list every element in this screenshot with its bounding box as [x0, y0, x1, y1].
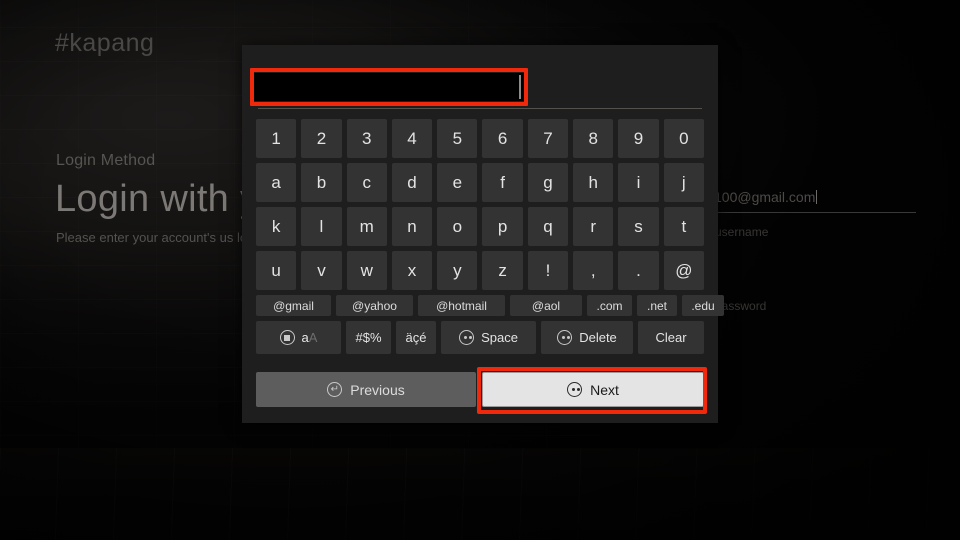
- key-l[interactable]: l: [301, 207, 342, 246]
- keyboard-row-letters-2: k l m n o p q r s t: [256, 207, 704, 246]
- key-a[interactable]: a: [256, 163, 297, 202]
- username-field-value-wrap[interactable]: 100@gmail.com: [714, 189, 916, 207]
- key-symbols[interactable]: #$%: [346, 321, 391, 354]
- keyboard-row-functions: aA #$% äçé Space Delete Clear: [256, 321, 704, 354]
- key-s[interactable]: s: [618, 207, 659, 246]
- key-c[interactable]: c: [346, 163, 387, 202]
- key-2[interactable]: 2: [301, 119, 342, 158]
- key-period[interactable]: .: [618, 251, 659, 290]
- stop-circle-icon: [279, 330, 295, 345]
- input-caret: [519, 75, 521, 99]
- page-title: Login with y: [55, 178, 260, 220]
- next-button-label: Next: [590, 381, 619, 398]
- key-x[interactable]: x: [391, 251, 433, 290]
- key-k[interactable]: k: [256, 207, 297, 246]
- key-domain-com[interactable]: .com: [587, 295, 632, 316]
- onscreen-keyboard-dialog: 1 2 3 4 5 6 7 8 9 0 a b c d e f g h i j …: [242, 45, 724, 423]
- key-accents[interactable]: äçé: [396, 321, 436, 354]
- key-0[interactable]: 0: [663, 119, 704, 158]
- key-exclamation[interactable]: !: [527, 251, 569, 290]
- key-w[interactable]: w: [346, 251, 387, 290]
- key-y[interactable]: y: [437, 251, 478, 290]
- keyboard-row-domain-shortcuts: @gmail @yahoo @hotmail @aol .com .net .e…: [256, 295, 724, 316]
- key-domain-net[interactable]: .net: [637, 295, 677, 316]
- key-8[interactable]: 8: [573, 119, 614, 158]
- key-j[interactable]: j: [663, 163, 704, 202]
- keyboard-navigation-bar: ↵ Previous Next: [256, 372, 704, 407]
- key-7[interactable]: 7: [527, 119, 569, 158]
- keyboard-key-grid: 1 2 3 4 5 6 7 8 9 0 a b c d e f g h i j …: [256, 119, 724, 359]
- key-i[interactable]: i: [618, 163, 659, 202]
- previous-button-label: Previous: [350, 381, 405, 398]
- key-space[interactable]: Space: [441, 321, 536, 354]
- key-r[interactable]: r: [573, 207, 614, 246]
- login-method-eyebrow: Login Method: [56, 152, 156, 169]
- username-field-value: 100@gmail.com: [714, 189, 816, 205]
- key-n[interactable]: n: [391, 207, 433, 246]
- key-case-toggle[interactable]: aA: [256, 321, 341, 354]
- keyboard-input-area[interactable]: [242, 45, 718, 111]
- key-at-sign[interactable]: @: [663, 251, 704, 290]
- key-domain-edu[interactable]: .edu: [682, 295, 724, 316]
- play-pause-circle-icon: [567, 382, 583, 397]
- key-domain-hotmail[interactable]: @hotmail: [418, 295, 505, 316]
- keyboard-row-letters-3: u v w x y z ! , . @: [256, 251, 704, 290]
- key-domain-gmail[interactable]: @gmail: [256, 295, 331, 316]
- key-4[interactable]: 4: [391, 119, 433, 158]
- key-delete-label: Delete: [579, 330, 617, 345]
- key-domain-aol[interactable]: @aol: [510, 295, 582, 316]
- key-clear[interactable]: Clear: [638, 321, 704, 354]
- screen-root: #kapang Login Method Login with y Please…: [0, 0, 960, 540]
- case-upper-label: A: [308, 330, 318, 345]
- key-g[interactable]: g: [527, 163, 569, 202]
- key-b[interactable]: b: [301, 163, 342, 202]
- key-3[interactable]: 3: [346, 119, 387, 158]
- key-m[interactable]: m: [346, 207, 387, 246]
- rewind-circle-icon: [557, 330, 573, 345]
- case-lower-label: a: [301, 330, 309, 345]
- previous-button[interactable]: ↵ Previous: [256, 372, 476, 407]
- key-space-label: Space: [481, 330, 518, 345]
- username-field-underline: [714, 212, 916, 213]
- key-f[interactable]: f: [482, 163, 523, 202]
- key-z[interactable]: z: [482, 251, 523, 290]
- key-delete[interactable]: Delete: [541, 321, 633, 354]
- keyboard-row-letters-1: a b c d e f g h i j: [256, 163, 704, 202]
- key-d[interactable]: d: [391, 163, 433, 202]
- keyboard-row-numbers: 1 2 3 4 5 6 7 8 9 0: [256, 119, 704, 158]
- key-t[interactable]: t: [663, 207, 704, 246]
- username-label: username: [715, 225, 769, 239]
- key-comma[interactable]: ,: [573, 251, 614, 290]
- key-q[interactable]: q: [527, 207, 569, 246]
- key-h[interactable]: h: [573, 163, 614, 202]
- key-u[interactable]: u: [256, 251, 297, 290]
- input-underline: [258, 108, 702, 109]
- back-arrow-circle-icon: ↵: [327, 382, 343, 397]
- text-caret: [816, 190, 818, 204]
- keyboard-text-input[interactable]: [254, 73, 524, 101]
- key-5[interactable]: 5: [437, 119, 478, 158]
- key-o[interactable]: o: [437, 207, 478, 246]
- key-p[interactable]: p: [482, 207, 523, 246]
- key-domain-yahoo[interactable]: @yahoo: [336, 295, 413, 316]
- key-v[interactable]: v: [301, 251, 342, 290]
- app-logo: #kapang: [55, 29, 155, 57]
- key-9[interactable]: 9: [618, 119, 659, 158]
- fast-forward-circle-icon: [459, 330, 475, 345]
- key-6[interactable]: 6: [482, 119, 523, 158]
- key-1[interactable]: 1: [256, 119, 297, 158]
- key-e[interactable]: e: [437, 163, 478, 202]
- next-button[interactable]: Next: [482, 372, 704, 407]
